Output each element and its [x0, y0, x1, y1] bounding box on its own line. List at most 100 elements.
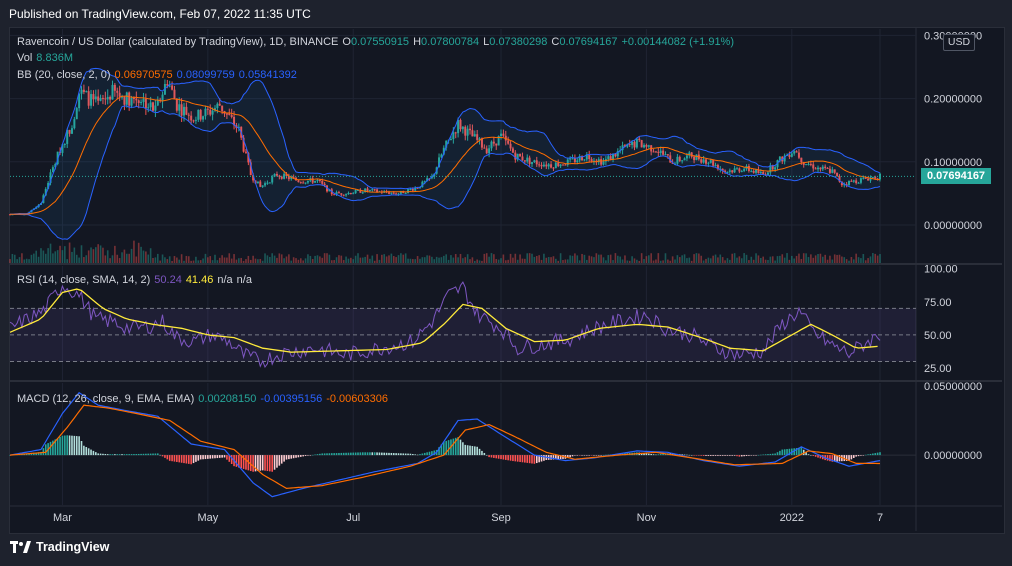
macd-histogram-bar	[416, 454, 419, 456]
volume-bar	[328, 254, 331, 263]
macd-histogram-bar	[731, 455, 734, 456]
macd-histogram-bar	[180, 455, 183, 463]
tradingview-logo[interactable]: TradingView	[10, 540, 109, 554]
volume-bar	[226, 257, 228, 263]
volume-bar	[664, 253, 667, 263]
macd-histogram-bar	[600, 455, 602, 456]
macd-histogram-bar	[59, 436, 61, 456]
macd-histogram-bar	[509, 455, 512, 461]
macd-label: MACD (12, 26, close, 9, EMA, EMA)	[17, 393, 195, 405]
volume-bar	[569, 255, 571, 263]
macd-histogram-bar	[99, 453, 102, 456]
volume-bar	[740, 258, 743, 263]
volume-bar	[659, 260, 662, 263]
volume-bar	[528, 253, 531, 263]
volume-bar	[626, 260, 629, 263]
volume-bar	[166, 259, 169, 263]
volume-bar	[423, 257, 426, 263]
volume-bar	[357, 253, 359, 263]
macd-histogram-bar	[814, 455, 817, 457]
volume-bar	[116, 254, 119, 263]
macd-histogram-bar	[44, 444, 47, 456]
volume-bar	[564, 259, 567, 263]
volume-bar	[795, 255, 798, 263]
volume-bar	[583, 254, 586, 263]
volume-bar	[588, 255, 591, 263]
macd-histogram-bar	[285, 455, 288, 460]
macd-histogram-bar	[95, 452, 97, 456]
volume-bar	[488, 256, 490, 263]
volume-bar	[416, 256, 419, 263]
macd-histogram-bar	[762, 454, 765, 456]
macd-histogram-bar	[535, 455, 538, 464]
volume-bar	[407, 258, 409, 263]
macd-histogram-bar	[216, 455, 219, 459]
macd-histogram-bar	[690, 455, 693, 456]
volume-bar	[738, 256, 741, 263]
macd-histogram-bar	[504, 455, 507, 460]
macd-histogram-bar	[590, 455, 593, 456]
macd-histogram-bar	[709, 455, 712, 456]
macd-histogram-bar	[85, 447, 88, 456]
volume-bar	[199, 260, 202, 263]
volume-bar	[671, 256, 674, 263]
volume-bar	[288, 254, 290, 263]
bb-legend: BB (20, close, 2, 0) 0.06970575 0.08099759…	[17, 69, 301, 81]
macd-histogram-bar	[330, 453, 333, 456]
volume-bar	[507, 259, 509, 263]
macd-histogram-bar	[176, 455, 178, 462]
macd-histogram-bar	[97, 453, 99, 456]
volume-bar	[92, 249, 95, 263]
volume-bar	[490, 253, 493, 263]
volume-bar	[578, 260, 581, 263]
volume-bar	[862, 254, 865, 263]
macd-histogram-bar	[581, 455, 583, 456]
volume-bar	[197, 260, 200, 263]
volume-bar	[73, 247, 76, 263]
macd-histogram-bar	[273, 455, 276, 470]
volume-bar	[478, 260, 481, 263]
volume-bar	[64, 246, 66, 263]
macd-histogram-bar	[319, 453, 321, 456]
rsi-tick-label: 75.00	[924, 297, 952, 309]
volume-bar	[376, 254, 378, 263]
macd-histogram-bar	[211, 455, 214, 459]
macd-histogram-bar	[149, 453, 152, 456]
macd-histogram-bar	[235, 455, 238, 467]
volume-bar	[99, 245, 102, 263]
volume-bar	[238, 258, 240, 263]
volume-bar	[202, 258, 204, 263]
volume-bar	[833, 254, 836, 263]
macd-histogram-bar	[226, 455, 228, 460]
currency-button[interactable]: USD	[943, 34, 975, 51]
macd-histogram-bar	[292, 455, 295, 459]
volume-bar	[552, 256, 555, 263]
macd-legend: MACD (12, 26, close, 9, EMA, EMA) 0.00208…	[17, 393, 392, 405]
volume-bar	[40, 248, 42, 263]
macd-histogram-bar	[497, 455, 500, 459]
time-tick-label: Jul	[346, 512, 360, 524]
volume-bar	[104, 255, 107, 263]
volume-bar	[330, 260, 333, 263]
volume-bar	[535, 255, 538, 263]
volume-bar	[159, 260, 161, 263]
macd-histogram-bar	[266, 455, 269, 472]
macd-histogram-bar	[733, 455, 736, 456]
macd-histogram-bar	[743, 455, 745, 457]
macd-histogram-bar	[106, 454, 109, 456]
volume-bar	[493, 254, 495, 263]
volume-bar	[28, 259, 30, 263]
volume-bar	[617, 255, 619, 263]
macd-histogram-bar	[412, 454, 414, 456]
macd-histogram-bar	[378, 452, 381, 456]
macd-histogram-bar	[71, 435, 73, 456]
volume-bar	[807, 257, 810, 263]
volume-bar	[304, 258, 307, 263]
volume-value: 8.836M	[36, 52, 73, 64]
volume-bar	[242, 260, 245, 263]
macd-histogram-bar	[168, 455, 171, 461]
macd-histogram-bar	[714, 455, 717, 456]
macd-histogram-bar	[655, 454, 657, 456]
volume-bar	[726, 258, 729, 263]
volume-bar	[52, 253, 54, 263]
